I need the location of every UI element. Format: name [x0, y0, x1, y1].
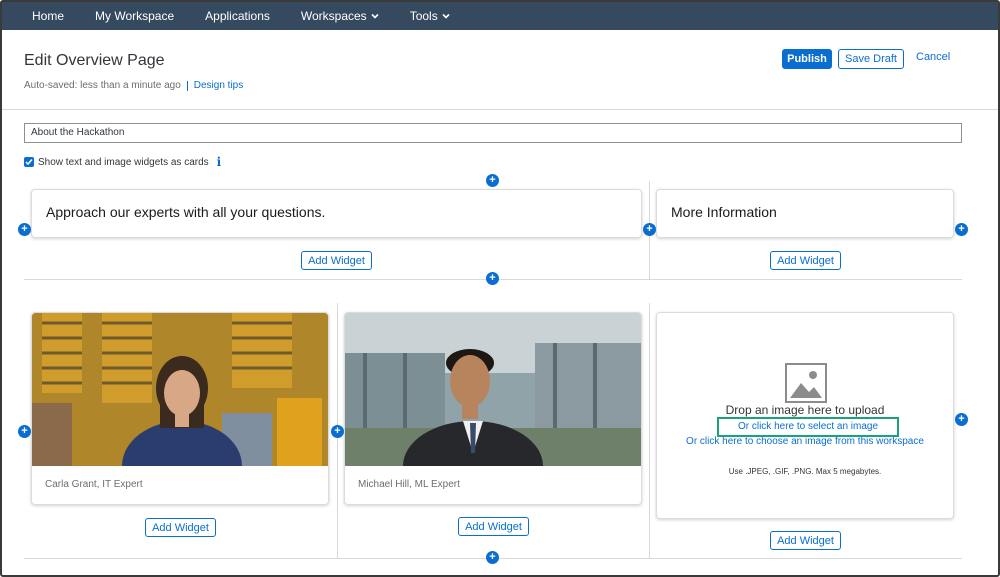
- top-navigation: Home My Workspace Applications Workspace…: [2, 2, 998, 30]
- publish-button[interactable]: Publish: [782, 49, 832, 69]
- separator: [186, 80, 188, 91]
- nav-home[interactable]: Home: [32, 9, 64, 23]
- text-widget-content: Approach our experts with all your quest…: [46, 204, 326, 220]
- add-column-right-plus-icon[interactable]: +: [955, 413, 968, 426]
- add-widget-button[interactable]: Add Widget: [301, 251, 372, 270]
- nav-my-workspace[interactable]: My Workspace: [95, 9, 174, 23]
- expert-photo: [345, 313, 641, 466]
- nav-tools[interactable]: Tools: [410, 9, 450, 23]
- design-tips-link[interactable]: Design tips: [194, 80, 243, 91]
- add-column-left-plus-icon[interactable]: +: [18, 223, 31, 236]
- page-title-input[interactable]: About the Hackathon: [24, 123, 962, 143]
- add-row-below-plus-icon[interactable]: +: [486, 551, 499, 564]
- add-widget-button[interactable]: Add Widget: [770, 251, 841, 270]
- image-caption: Carla Grant, IT Expert: [45, 479, 143, 490]
- nav-home-label: Home: [32, 9, 65, 23]
- cancel-button[interactable]: Cancel: [916, 51, 950, 63]
- nav-applications-label: Applications: [205, 9, 270, 23]
- info-icon[interactable]: i: [217, 155, 222, 169]
- column-divider: [649, 303, 650, 558]
- page-title: Edit Overview Page: [24, 52, 165, 69]
- drop-zone-text: Drop an image here to upload: [725, 403, 885, 417]
- chevron-down-icon: [442, 13, 450, 19]
- nav-workspaces-label: Workspaces: [300, 9, 367, 23]
- nav-workspaces[interactable]: Workspaces: [301, 9, 379, 23]
- image-widget[interactable]: Michael Hill, ML Expert: [344, 312, 642, 505]
- cards-toggle: Show text and image widgets as cards i: [24, 155, 221, 169]
- add-column-left-plus-icon[interactable]: +: [18, 425, 31, 438]
- text-widget[interactable]: Approach our experts with all your quest…: [31, 189, 642, 238]
- image-placeholder-icon: [785, 363, 827, 403]
- add-column-middle-plus-icon[interactable]: +: [331, 425, 344, 438]
- portrait-image: [32, 313, 328, 466]
- cards-toggle-label: Show text and image widgets as cards: [38, 156, 209, 168]
- add-widget-button[interactable]: Add Widget: [458, 517, 529, 536]
- nav-tools-label: Tools: [409, 9, 438, 23]
- autosave-status: Auto-saved: less than a minute ago Desig…: [24, 80, 243, 91]
- add-column-middle-plus-icon[interactable]: +: [643, 223, 656, 236]
- cards-checkbox[interactable]: [24, 157, 34, 167]
- text-widget-content: More Information: [671, 204, 777, 220]
- choose-workspace-image-link[interactable]: Or click here to choose an image from th…: [657, 436, 953, 447]
- nav-my-workspace-label: My Workspace: [95, 9, 175, 23]
- autosave-text: Auto-saved: less than a minute ago: [24, 80, 181, 91]
- image-widget[interactable]: Carla Grant, IT Expert: [31, 312, 329, 505]
- add-widget-button[interactable]: Add Widget: [145, 518, 216, 537]
- chevron-down-icon: [371, 13, 379, 19]
- text-widget[interactable]: More Information: [656, 189, 954, 238]
- add-widget-button[interactable]: Add Widget: [770, 531, 841, 550]
- image-caption: Michael Hill, ML Expert: [358, 479, 460, 490]
- portrait-image: [345, 313, 641, 466]
- page-header: Edit Overview Page Auto-saved: less than…: [2, 30, 998, 110]
- checkmark-icon: [25, 159, 33, 166]
- select-image-link[interactable]: Or click here to select an image: [717, 417, 899, 437]
- save-draft-button[interactable]: Save Draft: [838, 49, 904, 69]
- expert-photo: [32, 313, 328, 466]
- add-row-between-plus-icon[interactable]: +: [486, 272, 499, 285]
- add-row-above-plus-icon[interactable]: +: [486, 174, 499, 187]
- upload-format-hint: Use .JPEG, .GIF, .PNG. Max 5 megabytes.: [728, 467, 882, 476]
- nav-applications[interactable]: Applications: [205, 9, 270, 23]
- add-column-right-plus-icon[interactable]: +: [955, 223, 968, 236]
- image-upload-widget[interactable]: Drop an image here to upload Or click he…: [656, 312, 954, 519]
